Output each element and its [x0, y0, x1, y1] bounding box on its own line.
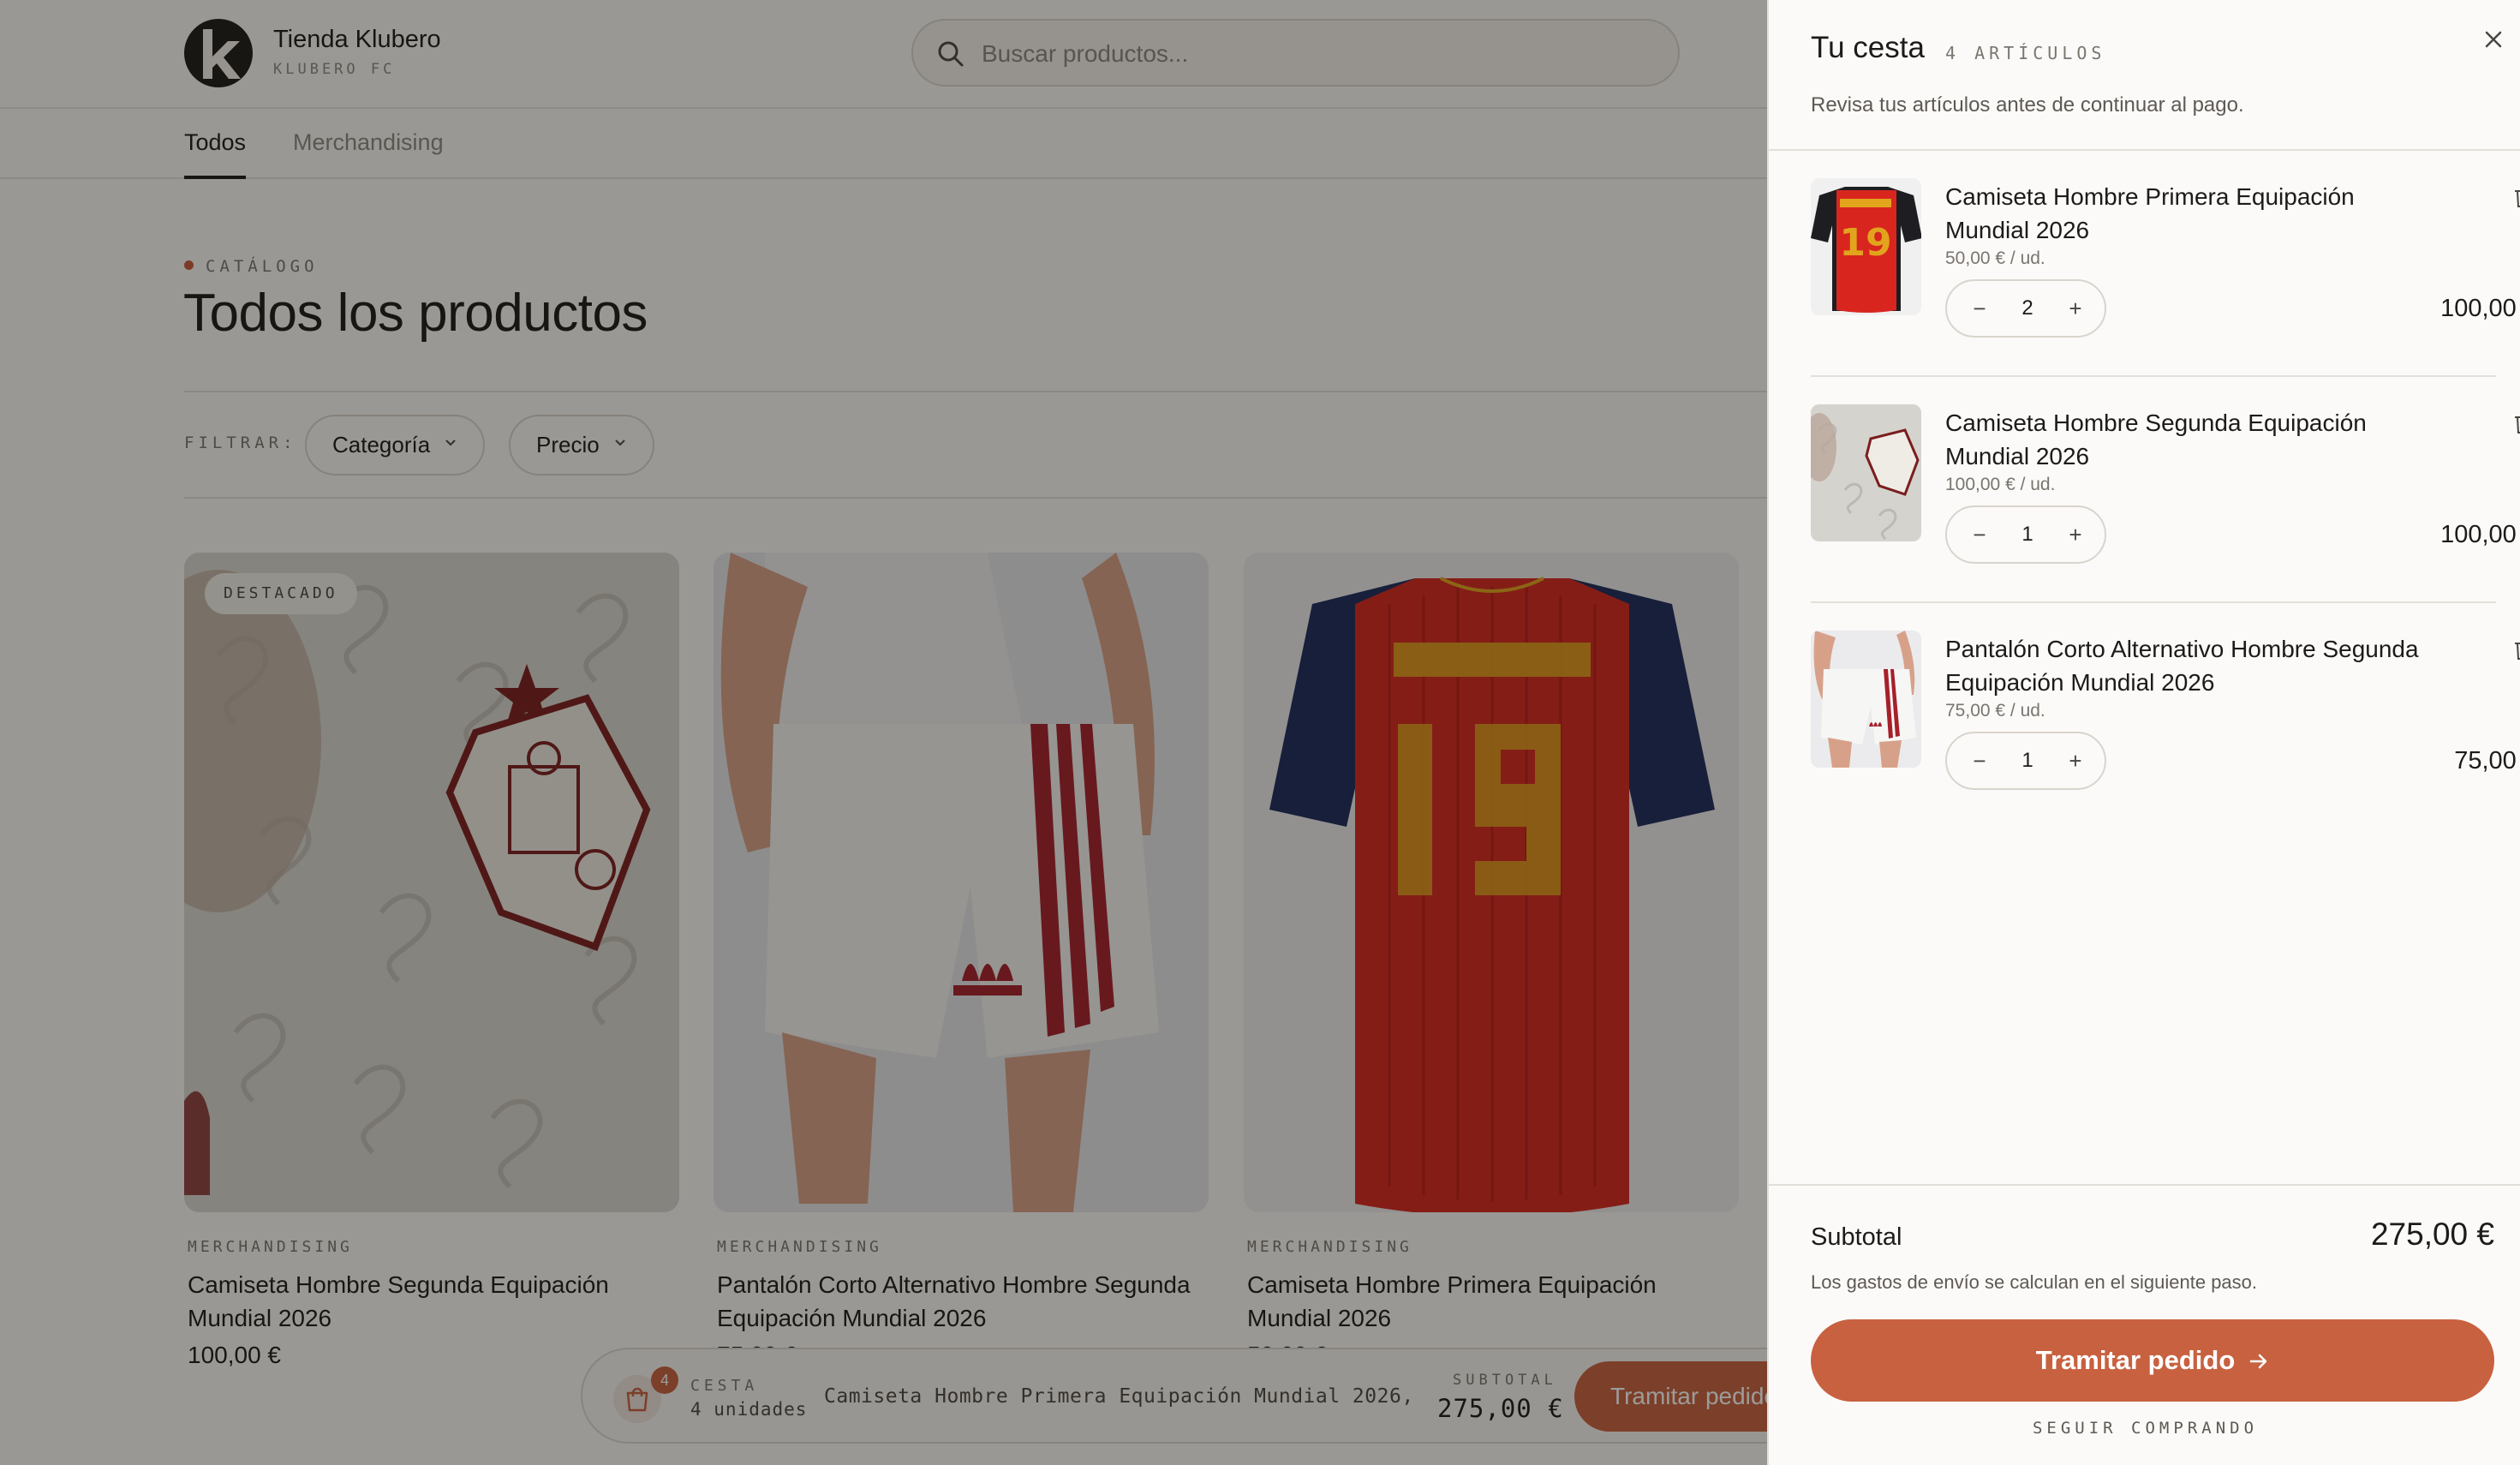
- modal-backdrop[interactable]: [0, 0, 1767, 1465]
- cart-item: 19 Camiseta Hombre Primera Equipación Mu…: [1811, 151, 2520, 377]
- cart-item-thumbnail[interactable]: 19: [1811, 178, 1921, 315]
- cart-item-title[interactable]: Camiseta Hombre Primera Equipación Mundi…: [1945, 180, 2425, 247]
- drawer-item-count: 4 ARTÍCULOS: [1945, 43, 2106, 63]
- continue-shopping-link[interactable]: SEGUIR COMPRANDO: [1769, 1419, 2520, 1438]
- checkout-label: Tramitar pedido: [2035, 1345, 2236, 1375]
- quantity-value: 1: [2021, 749, 2033, 772]
- cart-item-unit-price: 100,00 € / ud.: [1945, 475, 2056, 494]
- arrow-right-icon: [2250, 1354, 2267, 1369]
- cart-item-thumbnail[interactable]: [1811, 631, 1921, 768]
- cart-drawer: Tu cesta 4 ARTÍCULOS Revisa tus artículo…: [1767, 0, 2520, 1465]
- shorts-white-icon: [1811, 631, 1921, 768]
- increase-quantity-button[interactable]: +: [2062, 295, 2089, 322]
- cart-item-unit-price: 50,00 € / ud.: [1945, 248, 2045, 268]
- cart-item: Pantalón Corto Alternativo Hombre Segund…: [1811, 603, 2520, 829]
- quantity-value: 2: [2021, 296, 2033, 320]
- trash-icon[interactable]: [2512, 411, 2520, 435]
- divider: [1769, 1184, 2520, 1186]
- subtotal-label: Subtotal: [1811, 1223, 1902, 1251]
- checkout-button[interactable]: Tramitar pedido: [1811, 1319, 2494, 1402]
- cart-item-title[interactable]: Pantalón Corto Alternativo Hombre Segund…: [1945, 632, 2425, 699]
- drawer-subtitle: Revisa tus artículos antes de continuar …: [1811, 93, 2244, 117]
- shipping-note: Los gastos de envío se calculan en el si…: [1811, 1271, 2258, 1293]
- drawer-title: Tu cesta: [1811, 31, 1925, 64]
- svg-text:19: 19: [1839, 221, 1891, 265]
- cart-item-total: 100,00 €: [2440, 521, 2520, 548]
- increase-quantity-button[interactable]: +: [2062, 747, 2089, 774]
- decrease-quantity-button[interactable]: −: [1966, 295, 1993, 322]
- cart-item-total: 75,00 €: [2454, 747, 2520, 774]
- quantity-stepper: − 1 +: [1945, 505, 2106, 564]
- quantity-value: 1: [2021, 523, 2033, 546]
- close-icon[interactable]: [2481, 27, 2505, 51]
- cart-item-total: 100,00 €: [2440, 295, 2520, 322]
- decrease-quantity-button[interactable]: −: [1966, 521, 1993, 548]
- cart-item-thumbnail[interactable]: [1811, 404, 1921, 541]
- subtotal-value: 275,00 €: [2370, 1217, 2494, 1252]
- jersey-white-icon: [1811, 404, 1921, 541]
- trash-icon[interactable]: [2512, 637, 2520, 661]
- decrease-quantity-button[interactable]: −: [1966, 747, 1993, 774]
- quantity-stepper: − 2 +: [1945, 279, 2106, 338]
- trash-icon[interactable]: [2512, 185, 2520, 209]
- increase-quantity-button[interactable]: +: [2062, 521, 2089, 548]
- quantity-stepper: − 1 +: [1945, 732, 2106, 790]
- cart-item: Camiseta Hombre Segunda Equipación Mundi…: [1811, 377, 2520, 603]
- cart-item-unit-price: 75,00 € / ud.: [1945, 701, 2045, 721]
- cart-item-title[interactable]: Camiseta Hombre Segunda Equipación Mundi…: [1945, 406, 2425, 473]
- jersey-red-icon: 19: [1811, 178, 1921, 315]
